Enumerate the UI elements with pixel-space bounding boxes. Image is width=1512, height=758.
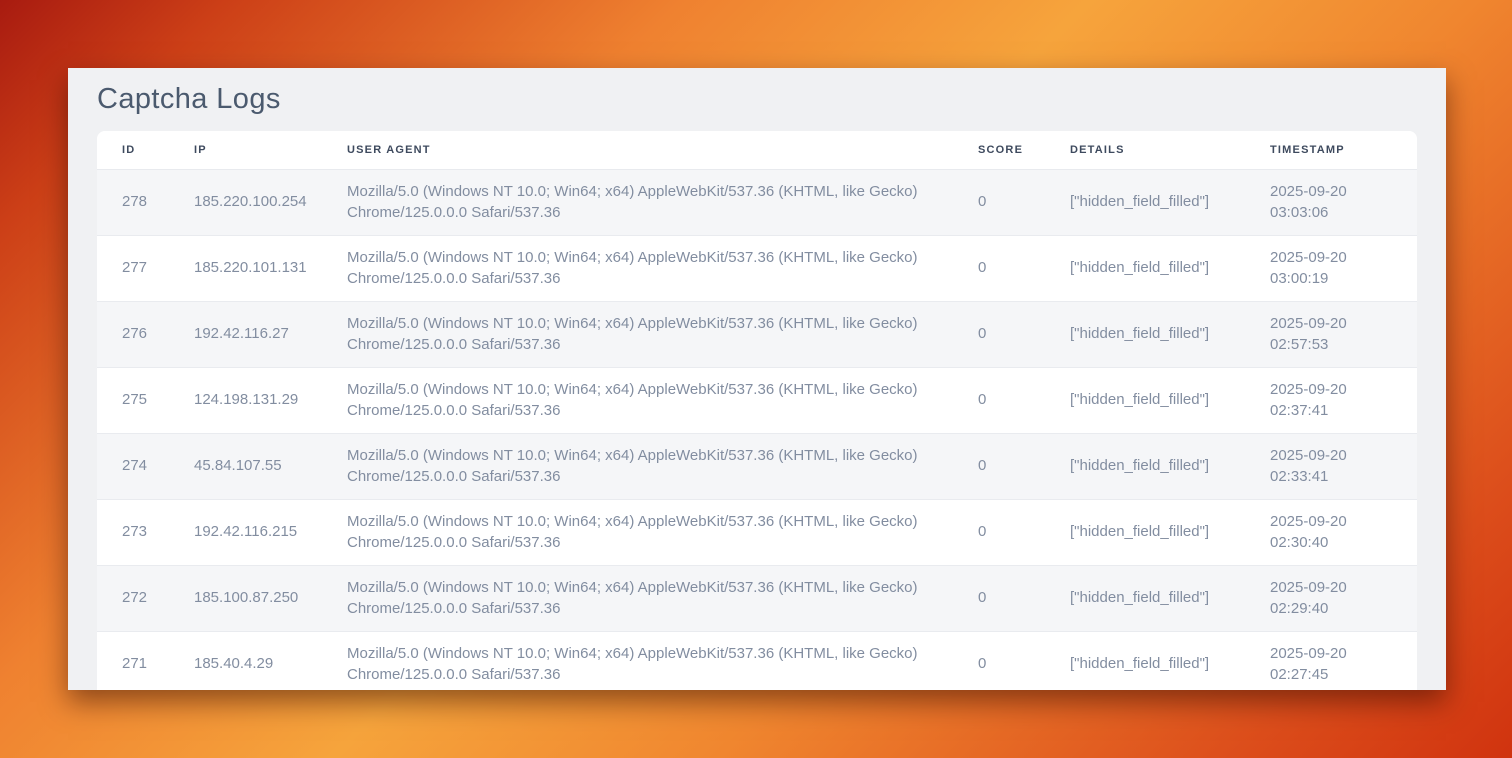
cell-timestamp: 2025-09-20 02:29:40 [1245, 565, 1417, 631]
cell-ip: 185.100.87.250 [169, 565, 322, 631]
cell-details: ["hidden_field_filled"] [1045, 235, 1245, 301]
cell-user_agent: Mozilla/5.0 (Windows NT 10.0; Win64; x64… [322, 235, 953, 301]
cell-score: 0 [953, 367, 1045, 433]
cell-user_agent: Mozilla/5.0 (Windows NT 10.0; Win64; x64… [322, 433, 953, 499]
cell-details: ["hidden_field_filled"] [1045, 169, 1245, 235]
cell-ip: 192.42.116.27 [169, 301, 322, 367]
cell-details: ["hidden_field_filled"] [1045, 631, 1245, 690]
cell-details: ["hidden_field_filled"] [1045, 433, 1245, 499]
cell-timestamp: 2025-09-20 02:57:53 [1245, 301, 1417, 367]
column-header-timestamp: TIMESTAMP [1245, 131, 1417, 169]
table-body: 278185.220.100.254Mozilla/5.0 (Windows N… [97, 169, 1417, 690]
cell-details: ["hidden_field_filled"] [1045, 301, 1245, 367]
column-header-id: ID [97, 131, 169, 169]
column-header-user_agent: USER AGENT [322, 131, 953, 169]
cell-timestamp: 2025-09-20 03:00:19 [1245, 235, 1417, 301]
table-header: IDIPUSER AGENTSCOREDETAILSTIMESTAMP [97, 131, 1417, 169]
table-row: 276192.42.116.27Mozilla/5.0 (Windows NT … [97, 301, 1417, 367]
page-background: { "page": { "title": "Captcha Logs" }, "… [0, 0, 1512, 758]
cell-score: 0 [953, 565, 1045, 631]
cell-ip: 192.42.116.215 [169, 499, 322, 565]
captcha-logs-table-container: IDIPUSER AGENTSCOREDETAILSTIMESTAMP 2781… [97, 131, 1417, 690]
table-row: 27445.84.107.55Mozilla/5.0 (Windows NT 1… [97, 433, 1417, 499]
cell-user_agent: Mozilla/5.0 (Windows NT 10.0; Win64; x64… [322, 301, 953, 367]
cell-id: 272 [97, 565, 169, 631]
page-title: Captcha Logs [97, 82, 1417, 116]
cell-id: 276 [97, 301, 169, 367]
cell-timestamp: 2025-09-20 02:37:41 [1245, 367, 1417, 433]
cell-score: 0 [953, 433, 1045, 499]
cell-score: 0 [953, 235, 1045, 301]
cell-user_agent: Mozilla/5.0 (Windows NT 10.0; Win64; x64… [322, 499, 953, 565]
cell-ip: 124.198.131.29 [169, 367, 322, 433]
cell-timestamp: 2025-09-20 02:30:40 [1245, 499, 1417, 565]
cell-details: ["hidden_field_filled"] [1045, 499, 1245, 565]
cell-id: 274 [97, 433, 169, 499]
cell-ip: 185.220.100.254 [169, 169, 322, 235]
cell-ip: 45.84.107.55 [169, 433, 322, 499]
cell-ip: 185.40.4.29 [169, 631, 322, 690]
column-header-score: SCORE [953, 131, 1045, 169]
cell-user_agent: Mozilla/5.0 (Windows NT 10.0; Win64; x64… [322, 169, 953, 235]
table-row: 275124.198.131.29Mozilla/5.0 (Windows NT… [97, 367, 1417, 433]
cell-id: 271 [97, 631, 169, 690]
captcha-logs-table: IDIPUSER AGENTSCOREDETAILSTIMESTAMP 2781… [97, 131, 1417, 690]
cell-id: 273 [97, 499, 169, 565]
cell-ip: 185.220.101.131 [169, 235, 322, 301]
table-row: 271185.40.4.29Mozilla/5.0 (Windows NT 10… [97, 631, 1417, 690]
cell-score: 0 [953, 631, 1045, 690]
captcha-logs-card: Captcha Logs IDIPUSER AGENTSCOREDETAILST… [68, 68, 1446, 690]
column-header-ip: IP [169, 131, 322, 169]
cell-user_agent: Mozilla/5.0 (Windows NT 10.0; Win64; x64… [322, 631, 953, 690]
cell-user_agent: Mozilla/5.0 (Windows NT 10.0; Win64; x64… [322, 367, 953, 433]
column-header-details: DETAILS [1045, 131, 1245, 169]
header-row: IDIPUSER AGENTSCOREDETAILSTIMESTAMP [97, 131, 1417, 169]
table-row: 277185.220.101.131Mozilla/5.0 (Windows N… [97, 235, 1417, 301]
cell-timestamp: 2025-09-20 03:03:06 [1245, 169, 1417, 235]
cell-id: 277 [97, 235, 169, 301]
cell-id: 275 [97, 367, 169, 433]
cell-user_agent: Mozilla/5.0 (Windows NT 10.0; Win64; x64… [322, 565, 953, 631]
cell-details: ["hidden_field_filled"] [1045, 565, 1245, 631]
cell-timestamp: 2025-09-20 02:33:41 [1245, 433, 1417, 499]
cell-score: 0 [953, 301, 1045, 367]
cell-score: 0 [953, 169, 1045, 235]
cell-score: 0 [953, 499, 1045, 565]
cell-id: 278 [97, 169, 169, 235]
cell-timestamp: 2025-09-20 02:27:45 [1245, 631, 1417, 690]
cell-details: ["hidden_field_filled"] [1045, 367, 1245, 433]
table-row: 278185.220.100.254Mozilla/5.0 (Windows N… [97, 169, 1417, 235]
table-row: 273192.42.116.215Mozilla/5.0 (Windows NT… [97, 499, 1417, 565]
table-row: 272185.100.87.250Mozilla/5.0 (Windows NT… [97, 565, 1417, 631]
